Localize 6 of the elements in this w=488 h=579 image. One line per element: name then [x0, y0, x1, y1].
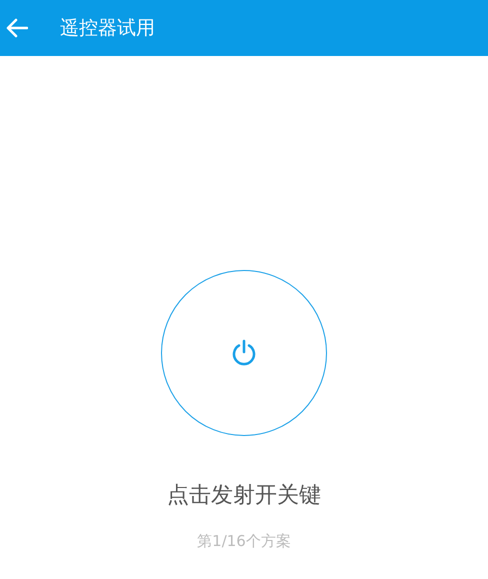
back-arrow-icon [6, 18, 28, 38]
power-icon [230, 339, 258, 367]
screen-title: 遥控器试用 [60, 16, 155, 41]
scheme-counter: 第1/16个方案 [197, 532, 291, 551]
instruction-text: 点击发射开关键 [167, 482, 321, 510]
back-button[interactable] [6, 18, 28, 38]
